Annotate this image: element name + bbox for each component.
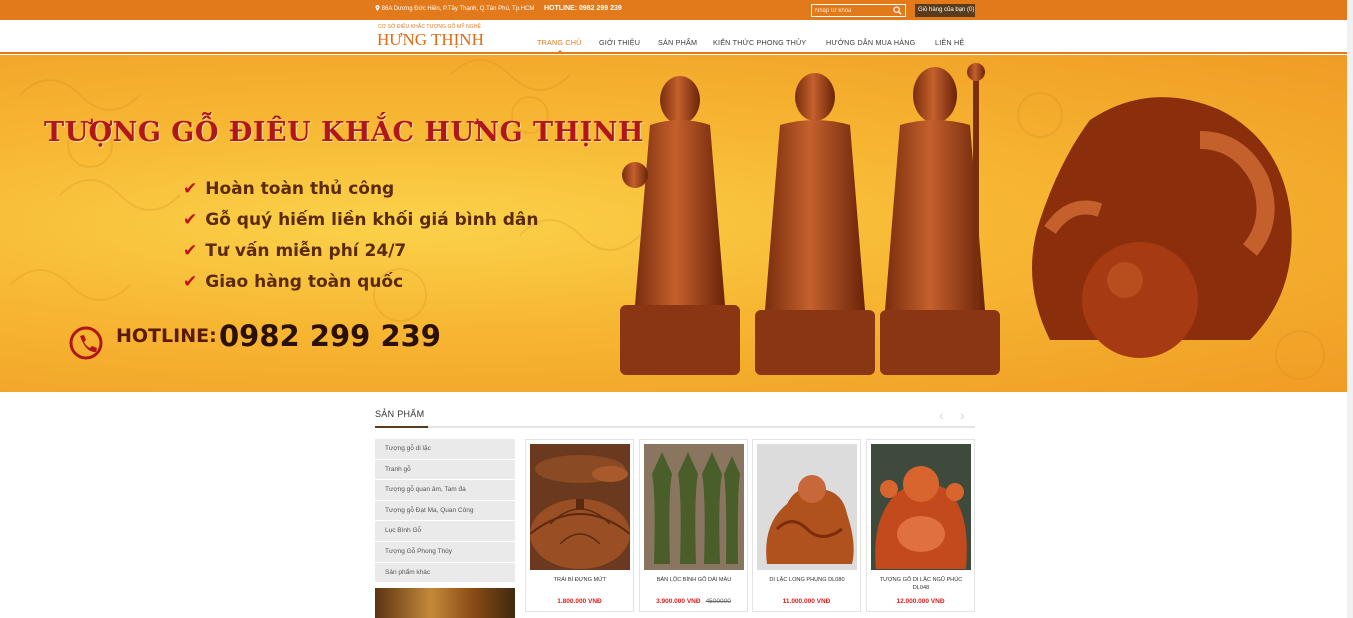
hero-banner[interactable]: TƯỢNG GỖ ĐIÊU KHẮC HƯNG THỊNH ✔ Hoàn toàn… bbox=[0, 55, 1353, 392]
product-image[interactable] bbox=[530, 444, 630, 570]
search-box[interactable] bbox=[811, 4, 906, 17]
product-image[interactable] bbox=[644, 444, 744, 570]
banner-feature: ✔ Tư vấn miễn phí 24/7 bbox=[183, 241, 406, 261]
product-name[interactable]: TƯỢNG GỖ DI LẶC NGŨ PHÚC DL048 bbox=[871, 576, 971, 592]
nav-products[interactable]: SẢN PHẨM bbox=[658, 38, 697, 47]
category-item[interactable]: Tượng Gỗ Phong Thủy bbox=[375, 542, 515, 563]
product-price-value: 3.900.000 VNĐ bbox=[656, 598, 701, 605]
product-old-price: 4500000 bbox=[705, 598, 731, 605]
feature-text: Giao hàng toàn quốc bbox=[205, 272, 404, 292]
nav-fengshui[interactable]: KIẾN THỨC PHONG THỦY bbox=[713, 38, 806, 47]
product-image[interactable] bbox=[757, 444, 857, 570]
product-name[interactable]: TRÁI BÍ ĐỰNG MỨT bbox=[530, 576, 630, 584]
search-icon[interactable] bbox=[893, 6, 902, 15]
product-image[interactable] bbox=[871, 444, 971, 570]
active-nav-indicator bbox=[556, 50, 564, 54]
category-item[interactable]: Lục Bình Gỗ bbox=[375, 521, 515, 542]
feature-text: Hoàn toàn thủ công bbox=[205, 179, 395, 199]
product-price: 11.000.000 VNĐ bbox=[753, 598, 860, 605]
carousel-next-icon[interactable]: › bbox=[960, 407, 965, 423]
nav-contact[interactable]: LIÊN HỆ bbox=[935, 38, 964, 47]
banner-feature: ✔ Giao hàng toàn quốc bbox=[183, 272, 403, 292]
carousel-prev-icon[interactable]: ‹ bbox=[939, 407, 944, 423]
phone-icon bbox=[69, 326, 103, 360]
product-card[interactable]: TRÁI BÍ ĐỰNG MỨT 1.800.000 VNĐ bbox=[525, 439, 634, 612]
category-list: Tượng gỗ di lặc Tranh gỗ Tượng gỗ quan â… bbox=[375, 439, 515, 584]
logo[interactable]: HƯNG THỊNH bbox=[377, 30, 484, 50]
product-price: 3.900.000 VNĐ 4500000 bbox=[640, 598, 747, 605]
check-icon: ✔ bbox=[183, 272, 198, 292]
category-item[interactable]: Sản phẩm khác bbox=[375, 563, 515, 584]
nav-about[interactable]: GIỚI THIỆU bbox=[599, 38, 640, 47]
check-icon: ✔ bbox=[183, 210, 198, 230]
nav-home[interactable]: TRANG CHỦ bbox=[537, 38, 582, 47]
feature-text: Tư vấn miễn phí 24/7 bbox=[205, 241, 407, 261]
cart-button[interactable]: Giỏ hàng của bạn (0) bbox=[915, 4, 975, 17]
product-price-value: 12.000.000 VNĐ bbox=[896, 598, 945, 605]
section-divider-active bbox=[375, 426, 428, 428]
dragon-statue-image bbox=[1032, 97, 1292, 358]
address-label: 86A Dương Đức Hiền, P.Tây Thạnh, Q.Tân P… bbox=[381, 6, 535, 12]
check-icon: ✔ bbox=[183, 241, 198, 261]
category-item[interactable]: Tượng gỗ di lặc bbox=[375, 439, 515, 460]
main-header: CƠ SỞ ĐIÊU KHẮC TƯỢNG GỖ MỸ NGHỆ HƯNG TH… bbox=[0, 20, 1353, 54]
hotline-text: HOTLINE: 0982 299 239 bbox=[544, 5, 622, 12]
address-text: 86A Dương Đức Hiền, P.Tây Thạnh, Q.Tân P… bbox=[375, 5, 534, 12]
banner-hotline-label: HOTLINE: bbox=[116, 325, 217, 347]
product-price: 1.800.000 VNĐ bbox=[526, 598, 633, 605]
banner-title: TƯỢNG GỖ ĐIÊU KHẮC HƯNG THỊNH bbox=[44, 117, 644, 148]
nav-guide[interactable]: HƯỚNG DẪN MUA HÀNG bbox=[826, 38, 915, 47]
feature-text: Gỗ quý hiếm liền khối giá bình dân bbox=[205, 210, 539, 230]
sidebar-banner-image[interactable] bbox=[375, 588, 515, 618]
category-item[interactable]: Tranh gỗ bbox=[375, 460, 515, 481]
search-input[interactable] bbox=[815, 6, 893, 15]
statue-tho-image bbox=[880, 63, 1000, 375]
banner-feature: ✔ Gỗ quý hiếm liền khối giá bình dân bbox=[183, 210, 538, 230]
statue-loc-image bbox=[755, 73, 875, 375]
products-section-title: SẢN PHẨM bbox=[375, 409, 425, 419]
banner-feature: ✔ Hoàn toàn thủ công bbox=[183, 179, 394, 199]
category-item[interactable]: Tượng gỗ quan âm, Tam đa bbox=[375, 480, 515, 501]
product-price-value: 11.000.000 VNĐ bbox=[782, 598, 831, 605]
product-card[interactable]: TƯỢNG GỖ DI LẶC NGŨ PHÚC DL048 12.000.00… bbox=[866, 439, 975, 612]
check-icon: ✔ bbox=[183, 179, 198, 199]
category-item[interactable]: Tượng gỗ Đạt Ma, Quan Công bbox=[375, 501, 515, 522]
banner-hotline-number: 0982 299 239 bbox=[219, 319, 441, 353]
section-divider bbox=[375, 426, 975, 428]
product-price-value: 1.800.000 VNĐ bbox=[557, 598, 602, 605]
product-card[interactable]: DI LẶC LONG PHỤNG DL080 11.000.000 VNĐ bbox=[752, 439, 861, 612]
product-name[interactable]: BÁN LỘC BÌNH GỖ DÁI MÀU bbox=[644, 576, 744, 584]
page-scrollbar[interactable] bbox=[1347, 0, 1353, 618]
product-price: 12.000.000 VNĐ bbox=[867, 598, 974, 605]
map-pin-icon bbox=[375, 5, 380, 11]
statue-fu-image bbox=[620, 76, 740, 375]
product-name[interactable]: DI LẶC LONG PHỤNG DL080 bbox=[757, 576, 857, 584]
product-card[interactable]: BÁN LỘC BÌNH GỖ DÁI MÀU 3.900.000 VNĐ 450… bbox=[639, 439, 748, 612]
top-bar: 86A Dương Đức Hiền, P.Tây Thạnh, Q.Tân P… bbox=[0, 0, 1353, 20]
